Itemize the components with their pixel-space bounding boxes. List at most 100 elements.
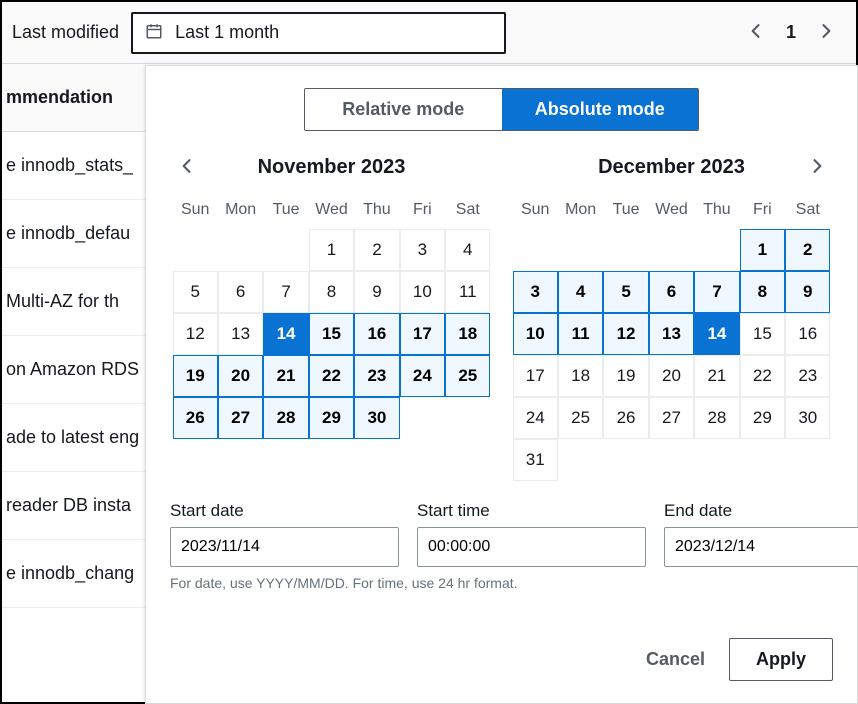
day-of-week-label: Tue xyxy=(263,193,308,229)
calendar-day[interactable]: 13 xyxy=(218,313,263,355)
calendar-day[interactable]: 27 xyxy=(649,397,694,439)
calendar-day[interactable]: 17 xyxy=(513,355,558,397)
calendar-day[interactable]: 8 xyxy=(740,271,785,313)
calendar-day[interactable]: 29 xyxy=(740,397,785,439)
calendar-day[interactable]: 22 xyxy=(740,355,785,397)
calendar-day[interactable]: 25 xyxy=(558,397,603,439)
calendar-day[interactable]: 26 xyxy=(603,397,648,439)
calendar-day[interactable]: 26 xyxy=(173,397,218,439)
calendar-empty-cell xyxy=(400,397,445,439)
calendar-prev-button[interactable] xyxy=(173,152,201,183)
calendar-day[interactable]: 19 xyxy=(173,355,218,397)
calendar-day[interactable]: 12 xyxy=(173,313,218,355)
calendar-day[interactable]: 30 xyxy=(354,397,399,439)
calendar-day[interactable]: 8 xyxy=(309,271,354,313)
calendar-day[interactable]: 5 xyxy=(603,271,648,313)
cancel-button[interactable]: Cancel xyxy=(646,649,705,670)
calendar-day[interactable]: 6 xyxy=(649,271,694,313)
calendar-left: November 2023 SunMonTueWedThuFriSat 1234… xyxy=(173,149,491,481)
calendar-day[interactable]: 10 xyxy=(513,313,558,355)
calendar-right: December 2023 SunMonTueWedThuFriSat 1234… xyxy=(513,149,831,481)
calendar-day[interactable]: 14 xyxy=(263,313,308,355)
calendar-day[interactable]: 28 xyxy=(263,397,308,439)
calendar-day[interactable]: 16 xyxy=(354,313,399,355)
calendar-day[interactable]: 27 xyxy=(218,397,263,439)
day-of-week-label: Tue xyxy=(603,193,648,229)
calendar-day[interactable]: 2 xyxy=(354,229,399,271)
calendar-day[interactable]: 21 xyxy=(263,355,308,397)
page-next-button[interactable] xyxy=(812,17,840,48)
day-of-week-label: Sun xyxy=(173,193,218,229)
calendar-day[interactable]: 3 xyxy=(513,271,558,313)
calendar-day[interactable]: 11 xyxy=(445,271,490,313)
calendar-day[interactable]: 3 xyxy=(400,229,445,271)
calendar-day[interactable]: 20 xyxy=(218,355,263,397)
calendar-day[interactable]: 2 xyxy=(785,229,830,271)
start-time-input[interactable] xyxy=(417,527,646,567)
calendar-day[interactable]: 29 xyxy=(309,397,354,439)
start-date-input[interactable] xyxy=(170,527,399,567)
calendar-day[interactable]: 20 xyxy=(649,355,694,397)
day-of-week-label: Fri xyxy=(400,193,445,229)
page-prev-button[interactable] xyxy=(742,17,770,48)
calendar-day[interactable]: 16 xyxy=(785,313,830,355)
calendar-day[interactable]: 23 xyxy=(785,355,830,397)
calendar-day[interactable]: 24 xyxy=(400,355,445,397)
calendar-day[interactable]: 12 xyxy=(603,313,648,355)
date-filter-input[interactable]: Last 1 month xyxy=(131,12,506,54)
row-text: reader DB insta xyxy=(6,495,131,516)
calendar-day[interactable]: 1 xyxy=(309,229,354,271)
calendar-day[interactable]: 31 xyxy=(513,439,558,481)
calendar-empty-cell xyxy=(558,229,603,271)
calendar-day[interactable]: 6 xyxy=(218,271,263,313)
calendar-day[interactable]: 23 xyxy=(354,355,399,397)
calendar-empty-cell xyxy=(649,229,694,271)
end-date-input[interactable] xyxy=(664,527,858,567)
day-of-week-label: Mon xyxy=(218,193,263,229)
calendar-day[interactable]: 18 xyxy=(558,355,603,397)
calendar-day[interactable]: 4 xyxy=(558,271,603,313)
calendar-empty-cell xyxy=(513,229,558,271)
calendar-day[interactable]: 15 xyxy=(309,313,354,355)
calendar-empty-cell xyxy=(218,229,263,271)
row-text: ade to latest eng xyxy=(6,427,139,448)
calendar-day[interactable]: 7 xyxy=(694,271,739,313)
calendar-day[interactable]: 11 xyxy=(558,313,603,355)
calendar-day[interactable]: 10 xyxy=(400,271,445,313)
date-range-popover: Relative mode Absolute mode November 202… xyxy=(145,65,858,704)
calendar-next-button[interactable] xyxy=(803,152,831,183)
calendar-day[interactable]: 15 xyxy=(740,313,785,355)
calendar-day[interactable]: 24 xyxy=(513,397,558,439)
calendar-day[interactable]: 14 xyxy=(694,313,739,355)
day-of-week-label: Thu xyxy=(354,193,399,229)
calendar-day[interactable]: 22 xyxy=(309,355,354,397)
calendar-day[interactable]: 21 xyxy=(694,355,739,397)
absolute-mode-button[interactable]: Absolute mode xyxy=(502,89,699,130)
day-of-week-label: Fri xyxy=(740,193,785,229)
calendar-right-title: December 2023 xyxy=(598,156,745,179)
calendar-day[interactable]: 7 xyxy=(263,271,308,313)
calendar-day[interactable]: 13 xyxy=(649,313,694,355)
calendar-empty-cell xyxy=(649,439,694,481)
calendar-empty-cell xyxy=(173,229,218,271)
day-of-week-label: Mon xyxy=(558,193,603,229)
day-of-week-label: Sat xyxy=(445,193,490,229)
calendar-day[interactable]: 19 xyxy=(603,355,648,397)
calendar-day[interactable]: 17 xyxy=(400,313,445,355)
last-modified-label: Last modified xyxy=(12,22,119,43)
mode-toggle: Relative mode Absolute mode xyxy=(304,88,699,131)
calendar-day[interactable]: 25 xyxy=(445,355,490,397)
calendar-empty-cell xyxy=(694,439,739,481)
calendar-day[interactable]: 18 xyxy=(445,313,490,355)
calendar-empty-cell xyxy=(603,229,648,271)
calendar-day[interactable]: 4 xyxy=(445,229,490,271)
day-of-week-label: Sun xyxy=(513,193,558,229)
calendar-day[interactable]: 9 xyxy=(785,271,830,313)
calendar-day[interactable]: 5 xyxy=(173,271,218,313)
relative-mode-button[interactable]: Relative mode xyxy=(305,89,502,130)
calendar-day[interactable]: 9 xyxy=(354,271,399,313)
calendar-day[interactable]: 30 xyxy=(785,397,830,439)
calendar-day[interactable]: 1 xyxy=(740,229,785,271)
apply-button[interactable]: Apply xyxy=(729,638,833,681)
calendar-day[interactable]: 28 xyxy=(694,397,739,439)
